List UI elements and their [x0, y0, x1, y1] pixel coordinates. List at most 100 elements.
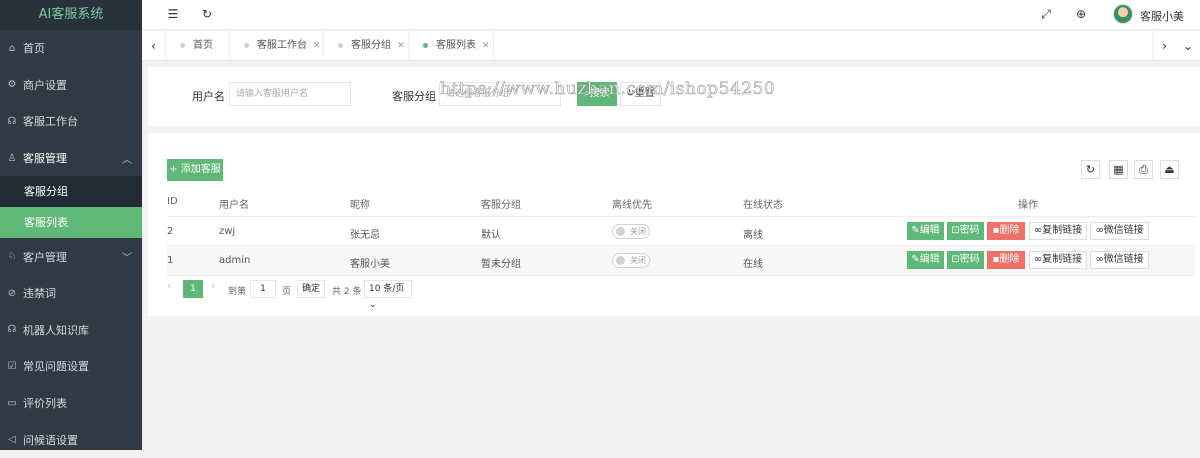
pager-next-icon[interactable]: ›: [211, 279, 215, 292]
pager-goto-input[interactable]: 1: [250, 280, 276, 298]
chevron-up-icon: ︿: [122, 154, 132, 166]
pager-prev-icon[interactable]: ‹: [167, 279, 171, 292]
col-nickname: 昵称: [350, 200, 370, 211]
robot-icon: ☊: [7, 324, 17, 336]
cell-nickname: 张无忌: [350, 230, 380, 241]
home-icon: ⌂: [8, 42, 16, 54]
sidebar-item-label: 首页: [23, 42, 45, 56]
sidebar-item-banned-words[interactable]: ⊘ 违禁词: [0, 275, 142, 312]
edit-button[interactable]: ✎编辑: [907, 251, 944, 269]
close-icon[interactable]: ✕: [482, 41, 490, 51]
pager-current-page[interactable]: 1: [183, 280, 203, 298]
sidebar-item-label: 商户设置: [23, 78, 67, 92]
col-group: 客服分组: [481, 200, 521, 211]
sidebar-item-label: 客服管理: [23, 152, 67, 166]
offline-first-toggle[interactable]: 关闭: [612, 253, 650, 268]
tabs-dropdown-icon[interactable]: ⌄: [1176, 31, 1200, 61]
col-online-status: 在线状态: [743, 200, 783, 211]
link-icon: ∞: [1033, 254, 1043, 265]
wechat-link-button[interactable]: ∞微信链接: [1090, 222, 1149, 240]
customer-icon: ♘: [7, 251, 17, 263]
tab-agent-groups[interactable]: 客服分组 ✕: [324, 31, 409, 61]
refresh-icon[interactable]: ↻: [200, 7, 214, 21]
sidebar-item-label: 评价列表: [23, 397, 67, 411]
sidebar-item-label: 机器人知识库: [23, 323, 89, 337]
cell-status: 在线: [743, 259, 763, 270]
row-divider: [167, 275, 1195, 276]
password-button[interactable]: ⊡密码: [947, 251, 984, 269]
ban-icon: ⊘: [7, 287, 17, 299]
tab-home[interactable]: 首页: [166, 31, 230, 61]
lock-icon: ⊡: [951, 254, 960, 265]
sidebar-item-customer-management[interactable]: ♘ 客户管理 ﹀: [0, 238, 142, 275]
wechat-link-label: 微信链接: [1103, 225, 1144, 236]
sidebar-item-label: 问候语设置: [23, 433, 78, 447]
sidebar-item-label: 客服工作台: [23, 115, 78, 129]
tab-agent-list[interactable]: 客服列表 ✕: [409, 31, 494, 61]
copy-link-button[interactable]: ∞复制链接: [1029, 222, 1087, 240]
tab-label: 客服列表: [436, 40, 476, 51]
tab-dot: [180, 42, 185, 48]
sidebar-item-home[interactable]: ⌂ 首页: [0, 30, 142, 67]
globe-icon[interactable]: ⊕: [1074, 7, 1088, 21]
pager-goto-label: 到第: [228, 287, 247, 297]
col-offline-first: 离线优先: [612, 200, 652, 211]
tab-label: 客服分组: [351, 40, 391, 51]
copy-link-label: 复制链接: [1042, 225, 1083, 236]
top-header: ☰ ↻ ⤢ ⊕ 客服小美: [142, 0, 1200, 30]
chevron-down-icon: ﹀: [122, 253, 132, 265]
sidebar-item-robot-kb[interactable]: ☊ 机器人知识库: [0, 312, 142, 349]
group-label: 客服分组: [392, 90, 436, 103]
headset-icon: ☊: [7, 115, 17, 127]
sidebar-item-label: 违禁词: [23, 287, 56, 301]
cell-id: 1: [167, 255, 174, 266]
tabs-scroll-left-icon[interactable]: ‹: [142, 31, 166, 61]
password-label: 密码: [959, 254, 980, 265]
columns-filter-icon[interactable]: ▦: [1109, 160, 1128, 179]
copy-link-button[interactable]: ∞复制链接: [1029, 251, 1087, 269]
link-icon: ∞: [1095, 225, 1104, 236]
lock-icon: ⊡: [951, 225, 960, 236]
avatar[interactable]: [1113, 4, 1133, 24]
add-agent-button[interactable]: + 添加客服: [167, 159, 223, 181]
col-username: 用户名: [219, 200, 249, 211]
sidebar-item-greetings[interactable]: ◁ 问候语设置: [0, 421, 142, 458]
edit-label: 编辑: [919, 254, 940, 265]
username-label: 用户名: [192, 90, 225, 103]
offline-first-toggle[interactable]: 关闭: [612, 224, 650, 239]
tab-workbench[interactable]: 客服工作台 ✕: [230, 31, 324, 61]
password-button[interactable]: ⊡密码: [947, 222, 984, 240]
pager-confirm-button[interactable]: 确定: [297, 280, 325, 298]
delete-button[interactable]: ▪删除: [987, 222, 1025, 240]
sidebar-item-label: 客户管理: [23, 250, 67, 264]
fullscreen-icon[interactable]: ⤢: [1039, 7, 1053, 21]
username-input[interactable]: 请输入客服用户名: [229, 82, 351, 106]
cell-status: 离线: [743, 230, 763, 241]
export-icon[interactable]: ⏏: [1160, 160, 1179, 179]
chevron-down-icon: ⌄: [369, 300, 377, 310]
wechat-link-button[interactable]: ∞微信链接: [1090, 251, 1149, 269]
tab-dot: [244, 42, 249, 48]
sidebar-item-workbench[interactable]: ☊ 客服工作台: [0, 103, 142, 140]
sidebar-item-agent-management[interactable]: ♙ 客服管理 ︿: [0, 140, 142, 177]
pager-size-select[interactable]: 10 条/页 ⌄: [364, 280, 412, 310]
sidebar-item-faq[interactable]: ☑ 常见问题设置: [0, 348, 142, 385]
user-name[interactable]: 客服小美: [1140, 8, 1184, 24]
edit-button[interactable]: ✎编辑: [907, 222, 944, 240]
close-icon[interactable]: ✕: [397, 41, 405, 51]
delete-button[interactable]: ▪删除: [987, 251, 1025, 269]
sidebar-item-merchant-settings[interactable]: ⚙ 商户设置: [0, 67, 142, 104]
close-icon[interactable]: ✕: [313, 41, 321, 51]
tabs-scroll-right-icon[interactable]: ›: [1152, 31, 1176, 61]
sidebar-item-reviews[interactable]: ▭ 评价列表: [0, 385, 142, 422]
row-divider: [167, 216, 1195, 217]
cell-group: 默认: [481, 230, 501, 241]
cell-nickname: 客服小美: [350, 259, 390, 270]
sidebar-subitem-agent-groups[interactable]: 客服分组: [0, 176, 142, 208]
sidebar-subitem-agent-list[interactable]: 客服列表: [0, 207, 142, 239]
menu-toggle-icon[interactable]: ☰: [166, 7, 180, 21]
print-icon[interactable]: ⎙: [1134, 160, 1153, 179]
pager-total: 共 2 条: [332, 287, 362, 297]
tab-dot: [338, 42, 343, 48]
refresh-table-icon[interactable]: ↻: [1081, 160, 1100, 179]
